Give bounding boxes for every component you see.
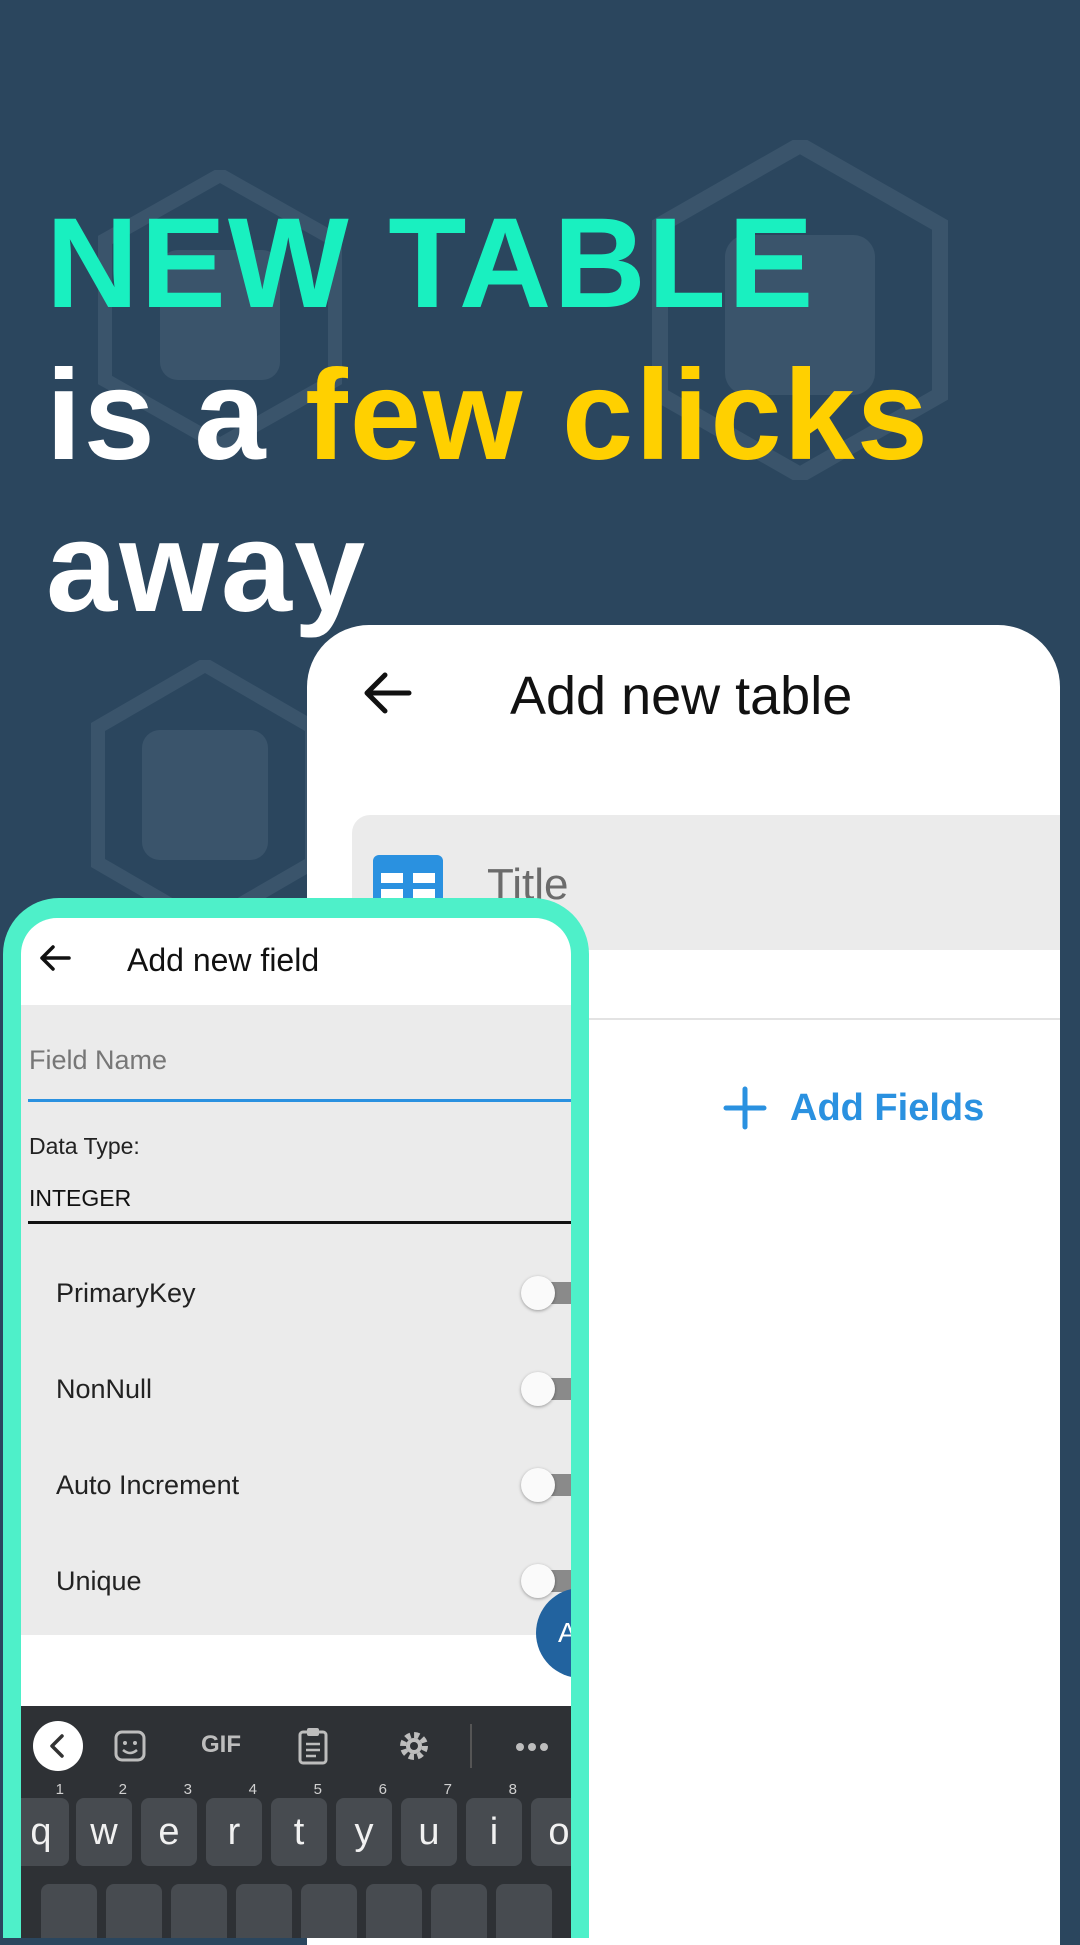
keyboard-toolbar: GIF xyxy=(21,1706,571,1786)
keyboard-key[interactable] xyxy=(366,1884,422,1938)
keyboard-key[interactable] xyxy=(496,1884,552,1938)
gif-icon[interactable]: GIF xyxy=(201,1731,241,1759)
keyboard: q1 w2 e3 r4 t5 y6 u7 i8 o xyxy=(21,1781,571,1938)
key-t[interactable]: t5 xyxy=(271,1781,327,1866)
database-hex-icon xyxy=(91,660,319,930)
settings-icon[interactable] xyxy=(396,1728,432,1764)
toggle-label: Unique xyxy=(56,1566,142,1596)
toggle-row-primary-key: PrimaryKey xyxy=(21,1263,571,1323)
key-number: 1 xyxy=(55,1781,64,1798)
headline-accent: few clicks xyxy=(305,344,930,487)
key-char: i xyxy=(489,1811,499,1853)
key-number: 7 xyxy=(443,1781,452,1798)
keyboard-key[interactable] xyxy=(106,1884,162,1938)
key-number: 8 xyxy=(508,1781,517,1798)
key-char: y xyxy=(354,1811,374,1853)
keyboard-key[interactable] xyxy=(171,1884,227,1938)
toggle-knob[interactable] xyxy=(521,1468,555,1502)
headline-line-1: NEW TABLE xyxy=(46,192,816,335)
key-char: w xyxy=(90,1811,118,1853)
toggle-row-auto-increment: Auto Increment xyxy=(21,1455,571,1515)
key-number: 2 xyxy=(118,1781,127,1798)
key-number: 6 xyxy=(378,1781,387,1798)
arrow-left-icon[interactable] xyxy=(37,940,73,976)
key-number: 4 xyxy=(248,1781,257,1798)
key-char: q xyxy=(30,1811,52,1853)
clipboard-icon[interactable] xyxy=(298,1727,328,1765)
key-w[interactable]: w2 xyxy=(76,1781,132,1866)
key-char: r xyxy=(227,1811,241,1853)
field-name-underline xyxy=(28,1099,571,1102)
page-title: Add new field xyxy=(127,942,320,978)
collapse-icon[interactable] xyxy=(33,1721,83,1771)
headline-line-2: is a few clicks xyxy=(46,340,930,492)
data-type-select[interactable]: INTEGER xyxy=(29,1185,131,1212)
keyboard-key[interactable] xyxy=(431,1884,487,1938)
key-i[interactable]: i8 xyxy=(466,1781,522,1866)
data-type-underline xyxy=(28,1221,571,1224)
field-name-input[interactable]: Field Name xyxy=(29,1045,167,1076)
add-fields-label: Add Fields xyxy=(790,1086,985,1129)
key-e[interactable]: e3 xyxy=(141,1781,197,1866)
toggle-knob[interactable] xyxy=(521,1276,555,1310)
keyboard-key[interactable] xyxy=(41,1884,97,1938)
key-char: t xyxy=(293,1811,305,1853)
key-o[interactable]: o xyxy=(531,1798,571,1866)
phone-frame: Add new field Field Name Data Type: INTE… xyxy=(3,898,589,1938)
more-icon[interactable] xyxy=(515,1742,549,1752)
field-form: Field Name Data Type: INTEGER PrimaryKey… xyxy=(21,1005,571,1635)
add-fields-button[interactable]: Add Fields xyxy=(722,1085,984,1131)
key-char: o xyxy=(548,1811,570,1853)
keyboard-key[interactable] xyxy=(236,1884,292,1938)
toggle-knob[interactable] xyxy=(521,1564,555,1598)
toolbar-divider xyxy=(470,1724,472,1768)
toggle-label: Auto Increment xyxy=(56,1470,240,1500)
key-r[interactable]: r4 xyxy=(206,1781,262,1866)
key-char: e xyxy=(158,1811,180,1853)
headline: NEW TABLE is a few clicks away xyxy=(46,188,930,644)
add-field-screen: Add new field Field Name Data Type: INTE… xyxy=(21,918,571,1938)
key-y[interactable]: y6 xyxy=(336,1781,392,1866)
page-title: Add new table xyxy=(510,666,853,726)
key-u[interactable]: u7 xyxy=(401,1781,457,1866)
headline-line-3: away xyxy=(46,496,368,639)
sticker-icon[interactable] xyxy=(113,1729,147,1763)
toggle-row-unique: Unique xyxy=(21,1551,571,1611)
plus-icon xyxy=(723,1086,767,1130)
toggle-label: PrimaryKey xyxy=(56,1278,196,1308)
arrow-left-icon[interactable] xyxy=(357,663,417,723)
keyboard-key[interactable] xyxy=(301,1884,357,1938)
toggle-row-non-null: NonNull xyxy=(21,1359,571,1419)
toggle-label: NonNull xyxy=(56,1374,153,1404)
key-q[interactable]: q1 xyxy=(21,1781,69,1866)
key-number: 3 xyxy=(183,1781,192,1798)
key-number: 5 xyxy=(313,1781,322,1798)
toggle-knob[interactable] xyxy=(521,1372,555,1406)
headline-line-2-prefix: is a xyxy=(46,344,306,487)
key-char: u xyxy=(418,1811,440,1853)
data-type-label: Data Type: xyxy=(29,1133,140,1159)
